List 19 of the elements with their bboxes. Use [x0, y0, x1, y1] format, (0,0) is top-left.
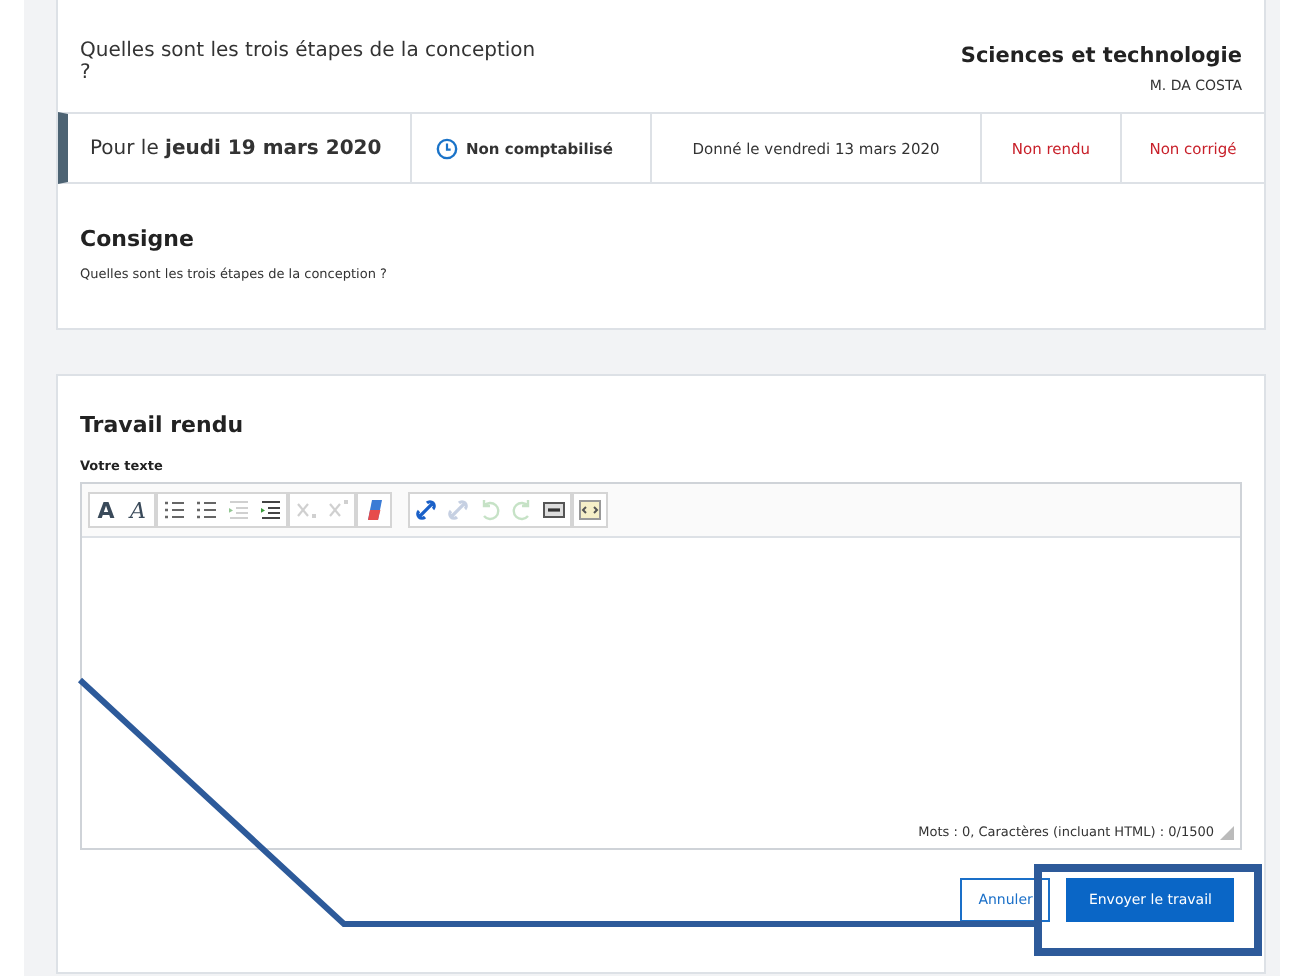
eraser-icon	[362, 498, 386, 522]
bold-button[interactable]: A	[90, 494, 122, 526]
italic-button[interactable]: A	[122, 494, 154, 526]
resize-handle-icon[interactable]	[1220, 826, 1234, 840]
redo-icon	[510, 498, 534, 522]
section-title: Travail rendu	[80, 412, 246, 438]
superscript-icon	[326, 498, 350, 522]
due-date: Pour le jeudi 19 mars 2020	[90, 137, 382, 159]
undo-icon	[478, 498, 502, 522]
indent-icon	[258, 498, 282, 522]
bullet-list-icon	[194, 498, 218, 522]
link-button[interactable]	[410, 494, 442, 526]
source-code-icon	[578, 498, 602, 522]
clock-icon	[436, 137, 458, 159]
subscript-icon	[294, 498, 318, 522]
assignment-question: Quelles sont les trois étapes de la conception ?	[80, 40, 536, 88]
outdent-icon	[226, 498, 250, 522]
section-title: Consigne	[80, 226, 196, 252]
subject-name: Sciences et technologie	[960, 44, 1242, 68]
